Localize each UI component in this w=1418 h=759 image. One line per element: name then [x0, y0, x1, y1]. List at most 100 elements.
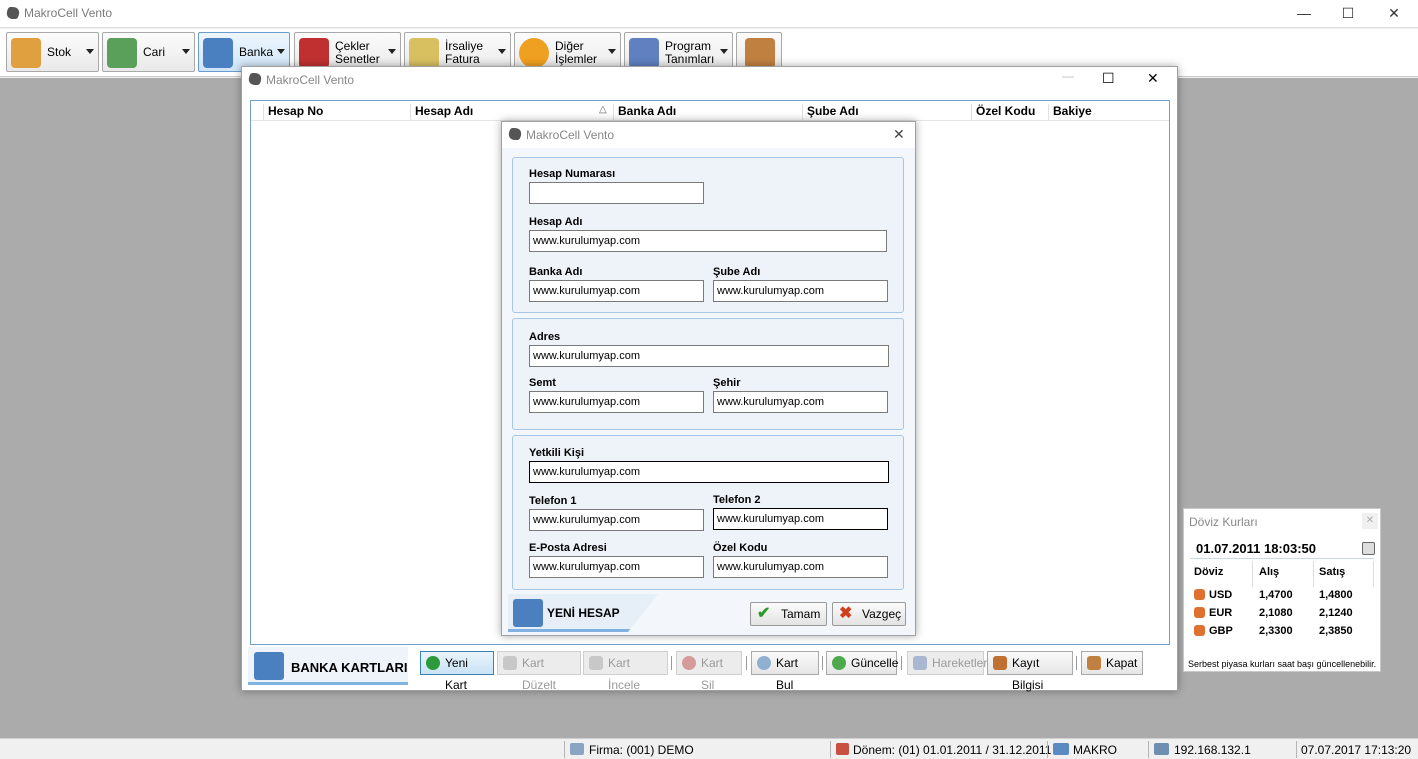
currency-coin-icon [1194, 589, 1205, 600]
col-sube-adi[interactable]: Şube Adı [802, 104, 971, 121]
toolbar-label: Çekler Senetler [335, 40, 380, 66]
banka-adi-input[interactable]: www.kurulumyap.com [529, 280, 704, 302]
toolbar-label: Cari [143, 45, 166, 59]
refresh-button[interactable]: Güncelle [826, 651, 898, 675]
chevron-down-icon[interactable] [498, 49, 506, 54]
eposta-input[interactable]: www.kurulumyap.com [529, 556, 704, 578]
label-eposta: E-Posta Adresi [529, 542, 607, 554]
toolbar-separator [1076, 656, 1077, 670]
sehir-input[interactable]: www.kurulumyap.com [713, 391, 888, 413]
currency-header-doviz: Döviz [1194, 566, 1224, 578]
toolbar-label-line2: İşlemler [555, 52, 598, 66]
status-separator [1148, 741, 1149, 758]
status-user: MAKRO [1073, 743, 1118, 757]
divider [1373, 561, 1374, 587]
status-datetime: 07.07.2017 17:13:20 [1301, 743, 1412, 757]
button-label: Kart Bul [776, 656, 799, 692]
telefon-1-input[interactable]: www.kurulumyap.com [529, 509, 704, 531]
button-label: Yeni Kart [445, 656, 468, 692]
close-button[interactable]: ✕ [1371, 0, 1417, 28]
edit-card-button[interactable]: Kart Düzelt [497, 651, 581, 692]
chevron-down-icon[interactable] [86, 49, 94, 54]
chevron-down-icon[interactable] [720, 49, 728, 54]
ozel-kodu-input[interactable]: www.kurulumyap.com [713, 556, 888, 578]
invoice-icon [409, 38, 439, 68]
label-adres: Adres [529, 331, 561, 343]
bank-panel-tab: BANKA KARTLARI [248, 647, 408, 685]
dialog-close-button[interactable]: ✕ [893, 126, 905, 143]
currency-close-button[interactable]: ✕ [1362, 513, 1378, 529]
ok-label: Tamam [781, 607, 821, 621]
col-bakiye[interactable]: Bakiye [1048, 104, 1148, 121]
sube-adi-input[interactable]: www.kurulumyap.com [713, 280, 888, 302]
currency-datetime: 01.07.2011 18:03:50 [1196, 541, 1316, 556]
col-hesap-no[interactable]: Hesap No [263, 104, 410, 121]
currency-header-alis: Alış [1259, 566, 1280, 578]
label-telefon-2: Telefon 2 [713, 494, 761, 506]
chevron-down-icon[interactable] [388, 49, 396, 54]
toolbar-separator [671, 656, 672, 670]
new-card-button[interactable]: Yeni Kart [420, 651, 494, 692]
bank-bottom-bar: BANKA KARTLARI Yeni Kart Kart Düzelt Kar… [248, 647, 1173, 692]
chevron-down-icon[interactable] [182, 49, 190, 54]
movements-icon [913, 656, 927, 670]
currency-title: Döviz Kurları [1189, 515, 1258, 529]
hesap-no-input[interactable] [529, 182, 704, 204]
inspect-card-button[interactable]: Kart İncele [583, 651, 668, 692]
status-bar: Firma: (001) DEMO Dönem: (01) 01.01.2011… [0, 738, 1418, 759]
maximize-button[interactable]: ☐ [1102, 70, 1122, 87]
button-label: Kart Sil [701, 656, 724, 692]
calendar-icon [836, 743, 849, 755]
calendar-icon [299, 38, 329, 68]
cancel-label: Vazgeç [862, 607, 902, 621]
currency-sell: 1,4800 [1319, 589, 1353, 601]
chevron-down-icon[interactable] [277, 49, 285, 54]
close-button[interactable]: ✕ [1147, 70, 1167, 87]
toolbar-separator [901, 656, 902, 670]
telefon-2-input[interactable]: www.kurulumyap.com [713, 508, 888, 530]
delete-card-button[interactable]: Kart Sil [676, 651, 742, 692]
toolbar-label: Program Tanımları [665, 40, 714, 66]
find-card-button[interactable]: Kart Bul [751, 651, 819, 692]
currency-code: GBP [1209, 625, 1233, 637]
maximize-button[interactable]: ☐ [1325, 0, 1371, 28]
globe-refresh-icon[interactable] [1362, 542, 1375, 555]
label-telefon-1: Telefon 1 [529, 495, 577, 507]
network-icon [1154, 743, 1169, 755]
col-ozel-kodu[interactable]: Özel Kodu [971, 104, 1048, 121]
toolbar-label-line2: Fatura [445, 52, 480, 66]
semt-input[interactable]: www.kurulumyap.com [529, 391, 704, 413]
divider [1313, 561, 1314, 587]
currency-note: Serbest piyasa kurları saat başı güncell… [1188, 659, 1377, 669]
status-donem: Dönem: (01) 01.01.2011 / 31.12.2011 [853, 743, 1052, 757]
ok-button[interactable]: ✔ Tamam [750, 602, 827, 626]
record-info-button[interactable]: Kayıt Bilgisi [987, 651, 1073, 692]
cancel-button[interactable]: ✖ Vazgeç [832, 602, 906, 626]
minimize-button[interactable]: — [1281, 0, 1327, 28]
movements-button[interactable]: Hareketler [907, 651, 987, 675]
col-hesap-adi[interactable]: Hesap Adı [410, 104, 613, 121]
toolbar-cari-button[interactable]: Cari [102, 32, 195, 72]
app-logo-icon [505, 128, 525, 140]
dialog-title: MakroCell Vento [526, 128, 615, 142]
toolbar-stok-button[interactable]: Stok [6, 32, 99, 72]
bank-icon [203, 38, 233, 68]
adres-input[interactable]: www.kurulumyap.com [529, 345, 889, 367]
bank-window-title: MakroCell Vento [266, 73, 355, 87]
button-label: Kart İncele [608, 656, 641, 692]
currency-header-satis: Satış [1319, 566, 1346, 578]
chevron-down-icon[interactable] [608, 49, 616, 54]
cancel-x-icon: ✖ [839, 605, 853, 622]
col-banka-adi[interactable]: Banka Adı [613, 104, 802, 121]
close-window-button[interactable]: Kapat [1081, 651, 1143, 675]
hesap-adi-input[interactable]: www.kurulumyap.com [529, 230, 887, 252]
status-separator [1047, 741, 1048, 758]
box-icon [11, 38, 41, 68]
yetkili-input[interactable]: www.kurulumyap.com [529, 461, 889, 483]
edit-card-icon [503, 656, 517, 670]
toolbar-label: Stok [47, 45, 72, 59]
label-hesap-no: Hesap Numarası [529, 168, 616, 180]
label-yetkili: Yetkili Kişi [529, 447, 585, 459]
toolbar-label: İrsaliye Fatura [445, 40, 483, 66]
minimize-button[interactable]: — [1062, 69, 1082, 83]
